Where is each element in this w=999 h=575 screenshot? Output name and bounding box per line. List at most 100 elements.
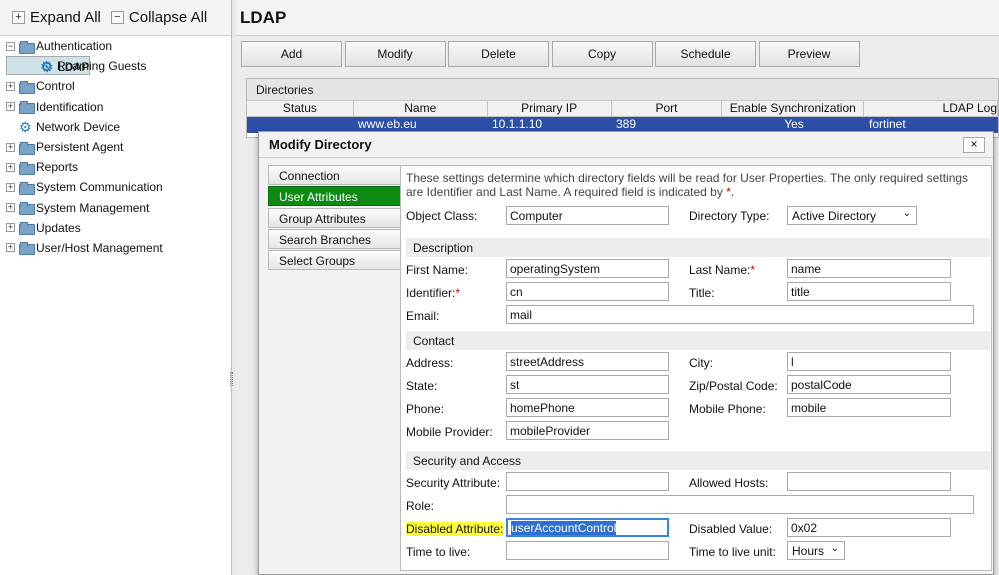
disabled-value-input[interactable]: 0x02 <box>787 518 951 537</box>
tree-item-label: Persistent Agent <box>36 140 124 155</box>
gear-icon: ⚙ <box>19 118 32 135</box>
navigation-tree-panel: + Expand All − Collapse All − Authenticat… <box>0 0 232 575</box>
tree: − Authentication ⚙ LDAP ⚙ Roaming Guests + C… <box>6 36 231 258</box>
tree-item-label: Identification <box>36 99 104 114</box>
folder-icon <box>19 242 35 256</box>
expand-all-label: Expand All <box>30 9 101 26</box>
close-icon[interactable]: × <box>963 137 985 153</box>
allowed-hosts-input[interactable] <box>787 472 951 491</box>
tree-item-label: Reports <box>36 160 79 175</box>
city-input[interactable]: l <box>787 352 951 371</box>
zip-input[interactable]: postalCode <box>787 375 951 394</box>
identifier-label: Identifier:* <box>406 286 461 300</box>
section-contact: Contact <box>406 331 990 350</box>
expand-toggle-icon[interactable]: + <box>6 142 15 152</box>
identifier-input[interactable]: cn <box>506 282 669 301</box>
mobile-provider-input[interactable]: mobileProvider <box>506 421 669 440</box>
section-security-access: Security and Access <box>406 451 990 470</box>
mobile-phone-input[interactable]: mobile <box>787 398 951 417</box>
expand-toggle-icon[interactable]: + <box>6 162 15 172</box>
tree-item-control[interactable]: + Control <box>6 76 231 96</box>
first-name-label: First Name: <box>406 263 469 277</box>
expand-toggle-icon[interactable]: + <box>6 182 15 192</box>
title-input[interactable]: title <box>787 282 951 301</box>
directories-table: Directories Status Name Primary IP Port … <box>246 78 999 138</box>
modify-directory-dialog: Modify Directory × Connection User Attri… <box>258 131 994 575</box>
tree-item-label: Control <box>36 79 75 94</box>
expand-toggle-icon[interactable]: + <box>6 102 15 112</box>
first-name-input[interactable]: operatingSystem <box>506 259 669 278</box>
tab-group-attributes[interactable]: Group Attributes <box>268 207 402 228</box>
delete-button[interactable]: Delete <box>448 41 549 67</box>
tree-item-updates[interactable]: + Updates <box>6 218 231 238</box>
column-header-name[interactable]: Name <box>353 101 488 117</box>
tree-item-label: System Management <box>36 200 150 215</box>
folder-icon <box>19 161 35 175</box>
object-class-input[interactable]: Computer <box>506 206 669 225</box>
tree-item-label: Authentication <box>36 39 113 54</box>
expand-toggle-icon[interactable]: + <box>6 203 15 213</box>
last-name-input[interactable]: name <box>787 259 951 278</box>
column-header-ldap-log[interactable]: LDAP Log <box>864 101 999 117</box>
column-header-port[interactable]: Port <box>611 101 723 117</box>
tree-item-system-communication[interactable]: + System Communication <box>6 177 231 197</box>
tree-item-network-device[interactable]: ⚙ Network Device <box>6 117 231 137</box>
copy-button[interactable]: Copy <box>551 41 653 67</box>
add-button[interactable]: Add <box>241 41 342 67</box>
allowed-hosts-label: Allowed Hosts: <box>689 476 769 490</box>
panel-splitter-handle[interactable] <box>230 372 233 386</box>
time-to-live-input[interactable] <box>506 541 669 560</box>
intro-text: These settings determine which directory… <box>406 171 969 199</box>
chevron-down-icon: ⌄ <box>830 543 839 554</box>
city-label: City: <box>689 356 713 370</box>
tree-item-reports[interactable]: + Reports <box>6 157 231 177</box>
disabled-attribute-input[interactable]: userAccountControl <box>506 518 669 537</box>
role-label: Role: <box>406 499 435 513</box>
collapse-toggle-icon[interactable]: − <box>6 41 15 51</box>
column-header-status[interactable]: Status <box>247 101 354 117</box>
modify-button[interactable]: Modify <box>344 41 446 67</box>
dialog-tabs: Connection User Attributes Group Attribu… <box>268 165 402 271</box>
role-input[interactable] <box>506 495 974 514</box>
table-header: Status Name Primary IP Port Enable Synch… <box>247 101 999 117</box>
tree-item-user-host-management[interactable]: + User/Host Management <box>6 238 231 258</box>
expand-toggle-icon[interactable]: + <box>6 243 15 253</box>
user-attributes-form: These settings determine which directory… <box>400 165 992 571</box>
folder-icon <box>19 202 35 216</box>
tree-item-authentication[interactable]: − Authentication <box>6 36 231 56</box>
directory-type-select[interactable]: Active Directory ⌄ <box>787 206 917 225</box>
tree-item-label: User/Host Management <box>36 240 163 255</box>
time-to-live-unit-select[interactable]: Hours ⌄ <box>787 541 845 560</box>
phone-input[interactable]: homePhone <box>506 398 669 417</box>
schedule-button[interactable]: Schedule <box>655 41 756 67</box>
expand-toggle-icon[interactable]: + <box>6 223 15 233</box>
expand-toggle-icon[interactable]: + <box>6 81 15 91</box>
tab-search-branches[interactable]: Search Branches <box>268 228 402 249</box>
directories-title: Directories <box>247 79 998 101</box>
folder-icon <box>19 222 35 236</box>
tab-connection[interactable]: Connection <box>268 165 402 185</box>
security-attribute-input[interactable] <box>506 472 669 491</box>
folder-icon <box>19 80 35 94</box>
tree-item-roaming-guests[interactable]: ⚙ Roaming Guests <box>6 56 231 76</box>
state-input[interactable]: st <box>506 375 669 394</box>
address-input[interactable]: streetAddress <box>506 352 669 371</box>
collapse-all-button[interactable]: − Collapse All <box>110 9 207 26</box>
tab-select-groups[interactable]: Select Groups <box>268 250 402 271</box>
tree-item-persistent-agent[interactable]: + Persistent Agent <box>6 137 231 157</box>
gear-icon: ⚙ <box>40 58 53 75</box>
preview-button[interactable]: Preview <box>758 41 860 67</box>
tree-item-system-management[interactable]: + System Management <box>6 198 231 218</box>
tree-item-label: System Communication <box>36 180 163 195</box>
tab-user-attributes[interactable]: User Attributes <box>268 186 402 207</box>
expand-all-button[interactable]: + Expand All <box>12 9 101 26</box>
tree-item-identification[interactable]: + Identification <box>6 97 231 117</box>
security-attribute-label: Security Attribute: <box>406 476 501 490</box>
state-label: State: <box>406 379 438 393</box>
column-header-enable-sync[interactable]: Enable Synchronization <box>722 101 865 117</box>
tree-toolbar: + Expand All − Collapse All <box>0 0 231 36</box>
directory-type-label: Directory Type: <box>689 209 770 223</box>
column-header-primary-ip[interactable]: Primary IP <box>487 101 612 117</box>
dialog-title: Modify Directory <box>269 137 372 152</box>
email-input[interactable]: mail <box>506 305 974 324</box>
